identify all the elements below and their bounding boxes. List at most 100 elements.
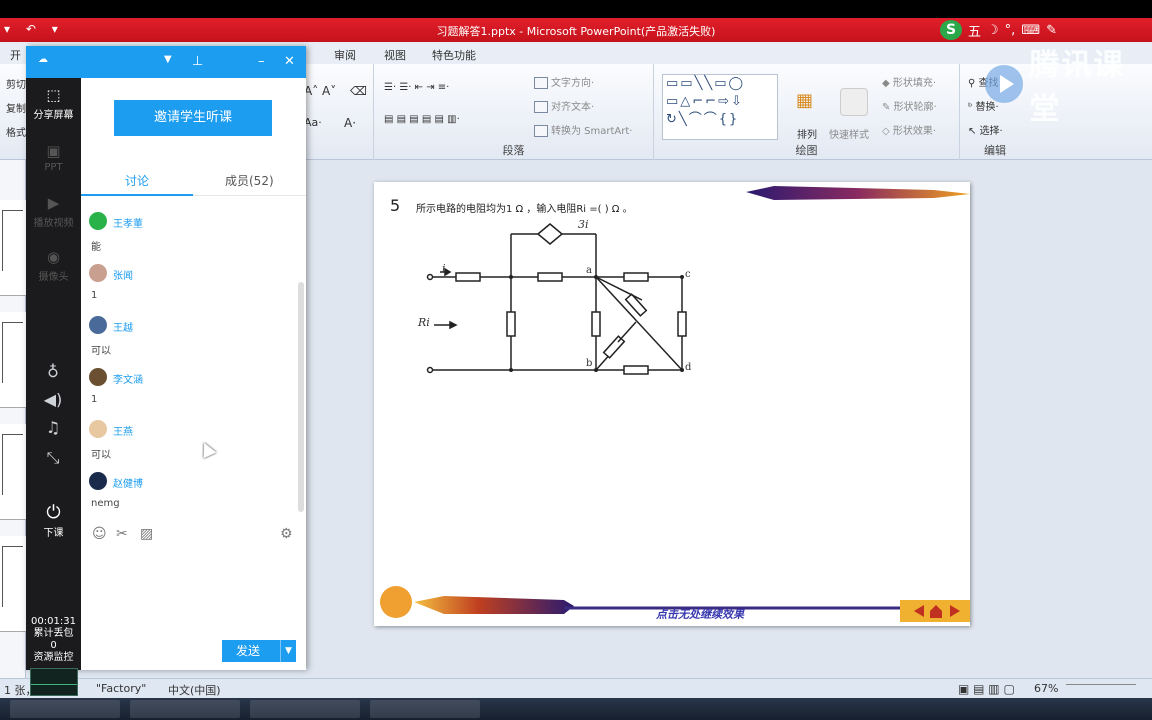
language-label: 中文(中国) [168, 684, 221, 697]
chat-sender[interactable]: 王越 [113, 319, 133, 334]
title-bar: ▾ ↶ ▾ 习题解答1.pptx - Microsoft PowerPoint(… [0, 18, 1152, 42]
speaker-icon[interactable]: ◀) [42, 390, 64, 409]
slide-canvas[interactable]: 5 所示电路的电阻均为1 Ω ，输入电阻Ri =( ) Ω 。 3i i a b… [374, 182, 970, 626]
chat-scrollbar[interactable] [298, 282, 304, 512]
chat-text: 可以 [91, 450, 111, 461]
sun-decoration [380, 586, 412, 618]
share-screen-icon: ⬚ [46, 86, 61, 104]
microphone-icon[interactable]: ♁ [42, 362, 64, 381]
align-text-label: 对齐文本· [551, 102, 595, 113]
send-options-icon[interactable]: ▼ [280, 640, 296, 662]
shape-outline-button[interactable]: ✎ 形状轮廓· [882, 98, 937, 113]
slide-thumbnail[interactable] [0, 424, 26, 520]
music-icon[interactable]: ♫ [42, 418, 64, 437]
editing-group-label: 编辑 [984, 144, 1006, 157]
play-video-button[interactable]: ▶ 播放视频 [26, 194, 81, 229]
screenshot-icon[interactable]: ✂ [116, 526, 128, 542]
paragraph-group: ☰· ☰· ⇤ ⇥ ≡· ▤ ▤ ▤ ▤ ▤ ▥· 文字方向· 对齐文本· 转换… [374, 64, 654, 160]
shape-fill-label: 形状填充· [892, 78, 937, 89]
bottom-ribbon-decoration [414, 596, 574, 614]
clear-format-icon[interactable]: ⌫ [350, 84, 367, 98]
chat-list[interactable]: 王孝董 能 张闻 1 王越 可以 李文涵 1 王燕 可以 赵健博 nemg [81, 196, 299, 526]
tab-discussion[interactable]: 讨论 [125, 172, 149, 189]
end-class-label: 下课 [43, 528, 64, 539]
align-icons[interactable]: ▤ ▤ ▤ ▤ ▤ ▥· [384, 114, 460, 125]
chat-sender[interactable]: 李文涵 [113, 371, 143, 386]
wrench-icon: ✎ [1046, 22, 1057, 38]
tencent-classroom-watermark: 腾讯课堂 [985, 40, 1152, 128]
ppt-button[interactable]: ▣ PPT [26, 142, 81, 173]
minimize-icon[interactable]: – [258, 54, 265, 69]
share-screen-button[interactable]: ⬚ 分享屏幕 [26, 86, 81, 121]
shape-effects-button[interactable]: ◇ 形状效果· [882, 122, 936, 137]
cut-button[interactable]: 剪切 [6, 76, 26, 91]
image-icon[interactable]: ▨ [140, 526, 153, 542]
view-buttons-icon[interactable]: ▣ ▤ ▥ ▢ [958, 682, 1015, 696]
binoculars-icon: ⚲ [968, 78, 979, 89]
slide-graphics [380, 186, 970, 622]
text-direction-button[interactable]: 文字方向· [534, 74, 594, 89]
keyboard-icon: ⌨ [1021, 22, 1041, 38]
tab-special[interactable]: 特色功能 [432, 47, 476, 63]
camera-label: 摄像头 [38, 272, 69, 283]
change-case-button[interactable]: Aa· [304, 116, 322, 129]
ime-toolbar[interactable]: S 五 ☽ °, ⌨ ✎ [940, 20, 1057, 40]
collapse-icon[interactable]: ▼ [164, 54, 172, 65]
chat-sender[interactable]: 赵健博 [113, 475, 143, 490]
align-text-button[interactable]: 对齐文本· [534, 98, 594, 113]
effects-icon: ◇ [882, 126, 893, 137]
taskbar-item[interactable] [10, 700, 120, 718]
slide-question-text: 所示电路的电阻均为1 Ω ，输入电阻Ri =( ) Ω 。 [416, 204, 633, 215]
arrange-button[interactable]: 排列 [797, 126, 817, 141]
tab-members[interactable]: 成员(52) [225, 172, 274, 189]
taskbar-item[interactable] [250, 700, 360, 718]
slide-thumbnail[interactable] [0, 536, 26, 632]
chat-sender[interactable]: 张闻 [113, 267, 133, 282]
emoji-icon[interactable]: ☺ [92, 526, 107, 542]
slide-thumbnail[interactable] [0, 200, 26, 296]
label-node-c: c [685, 269, 691, 280]
packet-loss-label: 累计丢包 [33, 628, 74, 639]
fullscreen-icon[interactable]: ⤡ [42, 448, 64, 468]
share-screen-label: 分享屏幕 [33, 110, 74, 121]
settings-icon[interactable]: ⚙ [280, 526, 293, 542]
label-source: 3i [578, 218, 589, 231]
font-color-button[interactable]: A· [344, 116, 356, 130]
sogou-logo-icon: S [940, 20, 962, 40]
slide-thumbnails[interactable] [0, 160, 26, 678]
pin-icon[interactable]: ⊥ [192, 54, 203, 69]
paint-bucket-icon: ◆ [882, 78, 893, 89]
windows-taskbar [0, 698, 1152, 720]
tab-view[interactable]: 视图 [384, 47, 406, 63]
video-icon: ▶ [47, 194, 60, 212]
smartart-button[interactable]: 转换为 SmartArt· [534, 122, 632, 137]
zoom-level[interactable]: 67% [1034, 682, 1058, 695]
quick-styles-button[interactable]: 快速样式 [829, 126, 869, 141]
format-painter-button[interactable]: 格式 [6, 124, 26, 139]
label-node-a: a [586, 265, 592, 276]
tab-review[interactable]: 审阅 [334, 47, 356, 63]
play-logo-icon [985, 65, 1024, 103]
chat-sender[interactable]: 王孝董 [113, 215, 143, 230]
punct-icon: °, [1004, 22, 1016, 38]
zoom-slider[interactable] [1066, 684, 1136, 692]
resource-monitor-label[interactable]: 资源监控 [26, 652, 81, 664]
ppt-label: PPT [44, 162, 63, 173]
slide-thumbnail[interactable] [0, 312, 26, 408]
tab-start[interactable]: 开 [10, 47, 21, 63]
ime-mode-label: 五 [968, 24, 982, 40]
send-button[interactable]: 发送 ▼ [222, 640, 296, 662]
end-class-button[interactable]: ⏻ 下课 [26, 504, 81, 540]
copy-button[interactable]: 复制 [6, 100, 26, 115]
shape-fill-button[interactable]: ◆ 形状填充· [882, 74, 936, 89]
chat-sender[interactable]: 王燕 [113, 423, 133, 438]
pen-icon: ✎ [882, 102, 894, 113]
taskbar-item[interactable] [370, 700, 480, 718]
taskbar-item[interactable] [130, 700, 240, 718]
close-icon[interactable]: ✕ [284, 54, 295, 69]
invite-students-button[interactable]: 邀请学生听课 [114, 100, 272, 136]
font-size-buttons[interactable]: A˄ A˅ [304, 84, 336, 98]
camera-button[interactable]: ◉ 摄像头 [26, 248, 81, 283]
bullets-icon[interactable]: ☰· ☰· ⇤ ⇥ ≡· [384, 82, 449, 93]
shapes-gallery[interactable]: ▭▭╲╲▭◯ ▭△⌐⌐⇨⇩ ↻╲⌒⌒{} [662, 74, 778, 140]
